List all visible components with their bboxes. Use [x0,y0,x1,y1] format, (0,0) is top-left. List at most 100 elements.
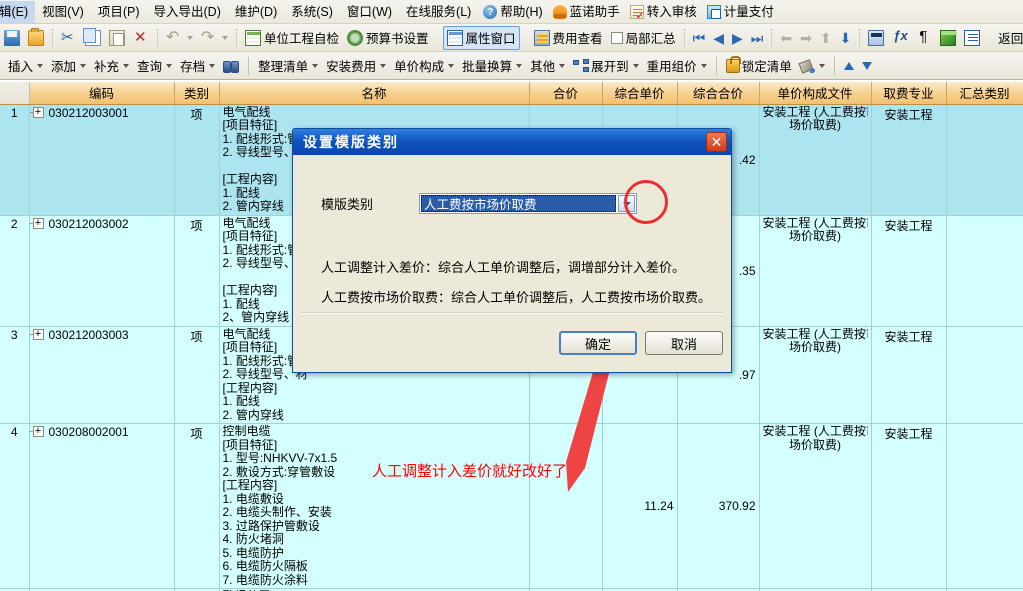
row-unit-price-file[interactable]: 安装工程 (人工费按市 场价取费) [759,104,872,216]
expand-plus-icon[interactable]: + [29,328,44,340]
fill-color-button[interactable] [796,56,829,76]
formula-button[interactable] [888,26,912,50]
set-template-category-dialog[interactable]: 设置模版类别 ✕ 模版类别 人工费按市场价取费 人工调整计入差价：综合人工单价调… [292,128,732,373]
save-button[interactable] [0,26,24,50]
row-name-cell[interactable]: 控制电缆 [项目特征] 1. 型号:NHKVV-7x1.5 2. 敷设方式:穿管… [219,423,530,589]
menu-item-window[interactable]: 窗口(W) [340,1,399,23]
menu-item-measure-payment[interactable]: 计量支付 [702,2,779,22]
column-header-unit-price-file[interactable]: 单价构成文件 [759,82,872,105]
chevron-down-icon[interactable] [818,63,825,68]
row-comprehensive-total[interactable]: 370.92 [677,423,760,589]
row-summary-category[interactable] [946,423,1023,589]
move-up-button[interactable]: ⬆ [816,26,836,50]
list-view-button[interactable] [960,26,984,50]
row-category[interactable]: 项 [174,215,220,327]
chevron-down-icon[interactable] [312,63,319,68]
row-code-cell[interactable]: +030212003002 [29,215,175,327]
properties-window-button[interactable]: 属性窗口 [442,25,520,50]
installation-fee-button[interactable]: 安装费用 [322,53,390,78]
calculator-button[interactable] [864,26,888,50]
move-down-button[interactable]: ⬇ [836,26,856,50]
chevron-down-icon[interactable] [80,63,87,68]
template-category-value[interactable]: 人工费按市场价取费 [421,195,616,212]
cut-button[interactable] [57,26,81,50]
row-code-cell[interactable]: +030212003003 [29,326,175,424]
expand-plus-icon[interactable]: + [29,217,44,229]
menu-item-project[interactable]: 项目(P) [91,1,147,23]
row-summary-category[interactable] [946,215,1023,327]
paste-button[interactable] [105,26,129,50]
row-fee-specialty[interactable]: 安装工程 [871,104,947,216]
chevron-down-icon[interactable] [632,63,639,68]
batch-convert-button[interactable]: 批量换算 [458,53,526,78]
column-header-comprehensive-total[interactable]: 综合合价 [677,82,760,105]
next-record-button[interactable]: ▶ [728,26,747,50]
row-category[interactable]: 项 [174,423,220,589]
cancel-button[interactable]: 取消 [645,331,723,355]
redo-button[interactable] [197,26,232,50]
paragraph-button[interactable] [912,26,936,50]
row-code-cell[interactable]: +030212003001 [29,104,175,216]
chevron-down-icon[interactable] [222,35,228,40]
row-summary-category[interactable] [946,104,1023,216]
row-unit-price-file[interactable]: 安装工程 (人工费按市 场价取费) [759,423,872,589]
archive-button[interactable]: 存档 [176,53,219,78]
chevron-down-icon[interactable] [37,63,44,68]
row-fee-specialty[interactable]: 安装工程 [871,215,947,327]
cube-button[interactable] [936,26,960,50]
chevron-down-icon[interactable] [209,63,216,68]
first-record-button[interactable]: ⏮ [689,26,710,50]
row-total-price[interactable] [529,423,603,589]
menu-item-view[interactable]: 视图(V) [35,1,91,23]
checkbox-icon[interactable] [610,31,623,44]
insert-button[interactable]: 插入 [4,53,47,78]
grid-corner-header[interactable] [0,82,30,105]
row-summary-category[interactable] [946,326,1023,424]
chevron-down-icon[interactable] [187,35,193,40]
row-fee-specialty[interactable]: 安装工程 [871,326,947,424]
delete-button[interactable] [129,26,153,50]
row-number[interactable]: 1 [0,104,30,216]
menu-item-online-service[interactable]: 在线服务(L) [399,1,478,23]
column-header-fee-specialty[interactable]: 取费专业 [871,82,947,105]
row-category[interactable]: 项 [174,104,220,216]
other-button[interactable]: 其他 [526,53,569,78]
open-button[interactable] [24,26,48,50]
find-button[interactable] [219,56,243,75]
row-category[interactable]: 项 [174,326,220,424]
column-header-comprehensive-unit-price[interactable]: 综合单价 [602,82,678,105]
chevron-down-icon[interactable] [448,63,455,68]
chevron-down-icon[interactable] [559,63,566,68]
expand-to-button[interactable]: 展开到 [569,53,643,78]
menu-item-import-export[interactable]: 导入导出(D) [147,1,228,23]
template-category-combobox[interactable]: 人工费按市场价取费 [419,193,637,214]
move-left-button[interactable]: ⬅ [776,26,796,50]
prev-record-button[interactable]: ◀ [709,26,728,50]
row-fee-specialty[interactable]: 安装工程 [871,423,947,589]
chevron-down-icon[interactable] [123,63,130,68]
row-comprehensive-unit-price[interactable]: 11.24 [602,423,678,589]
menu-item-lannuo-assistant[interactable]: 蓝诺助手 [548,2,625,22]
organize-list-button[interactable]: 整理清单 [254,53,322,78]
row-number[interactable]: 4 [0,423,30,589]
move-row-down-button[interactable] [858,59,876,73]
table-row[interactable]: 4 +030208002001 项 控制电缆 [项目特征] 1. 型号:NHKV… [0,423,1023,589]
column-header-total-price[interactable]: 合价 [529,82,603,105]
copy-button[interactable] [81,26,105,50]
column-header-name[interactable]: 名称 [219,82,530,105]
supplement-button[interactable]: 补充 [90,53,133,78]
column-header-category[interactable]: 类别 [174,82,220,105]
chevron-down-icon[interactable] [516,63,523,68]
expand-plus-icon[interactable]: + [29,106,44,118]
expand-plus-icon[interactable]: + [29,426,44,438]
fee-view-button[interactable]: 费用查看 [530,26,607,50]
budget-settings-button[interactable]: 预算书设置 [343,26,433,50]
row-unit-price-file[interactable]: 安装工程 (人工费按市 场价取费) [759,326,872,424]
chevron-down-icon[interactable] [700,63,707,68]
close-icon[interactable]: ✕ [706,132,727,152]
menu-item-transfer-review[interactable]: ✓ 转入审核 [625,2,702,22]
row-unit-price-file[interactable]: 安装工程 (人工费按市 场价取费) [759,215,872,327]
column-header-code[interactable]: 编码 [29,82,175,105]
partial-summary-button[interactable]: 局部汇总 [607,26,680,50]
menu-item-help[interactable]: 帮助(H) [478,2,547,22]
